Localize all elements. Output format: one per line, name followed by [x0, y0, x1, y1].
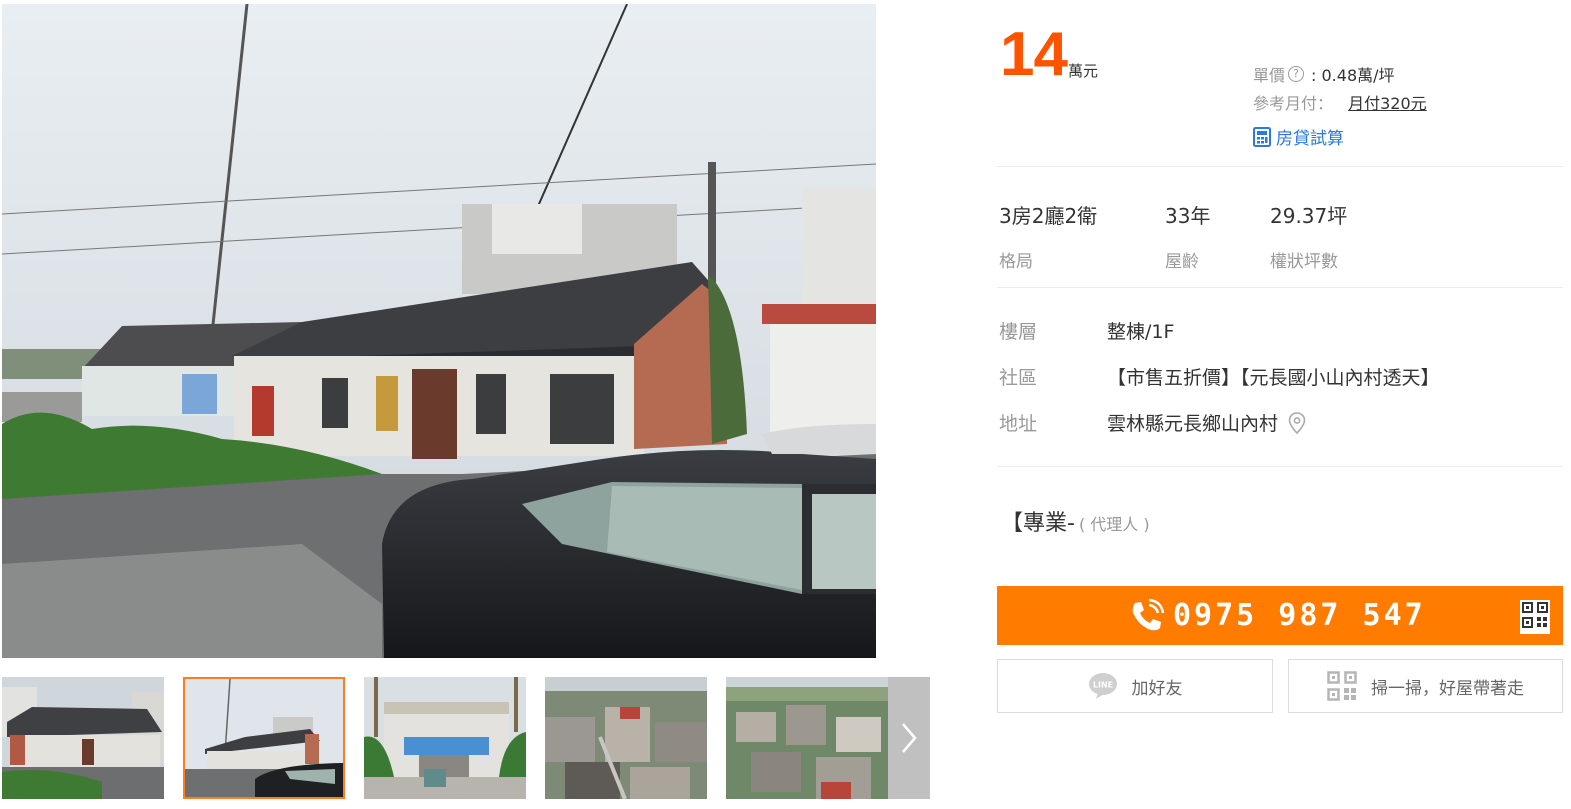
spec-layout-label: 格局 [999, 252, 1033, 272]
thumbnail-strip [2, 677, 930, 799]
loan-calculator-label: 房貸試算 [1276, 129, 1344, 149]
scan-qr-button[interactable]: 掃一掃，好屋帶著走 [1288, 659, 1563, 713]
call-phone-button[interactable]: 0975 987 547 [997, 586, 1563, 645]
line-add-friend-label: 加好友 [1131, 678, 1183, 699]
divider [997, 287, 1563, 288]
phone-icon [1132, 599, 1165, 631]
map-pin-icon[interactable] [1288, 411, 1306, 434]
monthly-payment-label: 參考月付： [1253, 94, 1334, 113]
line-add-friend-button[interactable]: LINE 加好友 [997, 659, 1273, 713]
detail-address: 地址 雲林縣元長鄉山內村 [999, 409, 1306, 436]
divider [997, 466, 1563, 467]
thumbnail-3[interactable] [364, 677, 526, 799]
detail-community-value: 【市售五折價】【元長國小山內村透天】 [1107, 367, 1440, 389]
agent-role: ( 代理人 ) [1078, 515, 1150, 534]
calculator-icon [1253, 126, 1271, 147]
detail-floor-value: 整棟/1F [1107, 321, 1175, 343]
detail-address-label: 地址 [999, 413, 1038, 435]
price-unit: 萬元 [1068, 62, 1099, 80]
thumbnail-5[interactable] [726, 677, 888, 799]
spec-layout-value: 3房2廳2衛 [999, 204, 1098, 228]
monthly-payment: 參考月付： 月付320元 [1253, 90, 1427, 114]
qr-code-icon[interactable] [1520, 600, 1550, 634]
thumbnail-2[interactable] [183, 677, 345, 799]
spec-age-value: 33年 [1165, 204, 1211, 228]
unit-price-value: : 0.48萬/坪 [1311, 66, 1395, 85]
loan-calculator-link[interactable]: 房貸試算 [1253, 124, 1344, 149]
detail-floor-label: 樓層 [999, 321, 1038, 343]
agent-info: 【專業- ( 代理人 ) [1001, 505, 1150, 537]
listing-info-panel: 14 萬元 單價 ? : 0.48萬/坪 參考月付： 月付320元 房貸試算 3… [997, 0, 1563, 809]
spec-layout: 3房2廳2衛 格局 [999, 200, 1097, 272]
help-icon[interactable]: ? [1288, 66, 1305, 82]
detail-community-label: 社區 [999, 367, 1038, 389]
svg-text:LINE: LINE [1092, 681, 1112, 690]
detail-address-value: 雲林縣元長鄉山內村 [1107, 413, 1279, 435]
main-photo[interactable] [2, 4, 876, 658]
spec-area-label: 權狀坪數 [1270, 252, 1338, 272]
line-icon: LINE [1088, 673, 1117, 699]
monthly-payment-link[interactable]: 月付320元 [1348, 94, 1427, 113]
spec-age: 33年 屋齡 [1165, 200, 1210, 272]
spec-age-label: 屋齡 [1165, 252, 1199, 272]
thumbnail-4[interactable] [545, 677, 707, 799]
divider [997, 166, 1563, 167]
qr-code-icon [1327, 671, 1357, 701]
chevron-right-icon [902, 723, 917, 753]
thumbnail-1[interactable] [2, 677, 164, 799]
unit-price: 單價 ? : 0.48萬/坪 [1253, 62, 1395, 86]
agent-name: 【專業- [1001, 511, 1075, 536]
spec-area: 29.37坪 權狀坪數 [1270, 200, 1347, 272]
spec-area-value: 29.37坪 [1270, 204, 1348, 228]
detail-floor: 樓層 整棟/1F [999, 317, 1174, 344]
scan-qr-label: 掃一掃，好屋帶著走 [1371, 678, 1524, 699]
price-amount: 14 [1000, 20, 1068, 89]
phone-number: 0975 987 547 [1173, 598, 1426, 633]
thumbnail-next-button[interactable] [888, 677, 930, 799]
unit-price-label: 單價 [1253, 66, 1286, 85]
detail-address-value-wrap: 雲林縣元長鄉山內村 [1107, 409, 1306, 436]
detail-community: 社區 【市售五折價】【元長國小山內村透天】 [999, 363, 1440, 390]
